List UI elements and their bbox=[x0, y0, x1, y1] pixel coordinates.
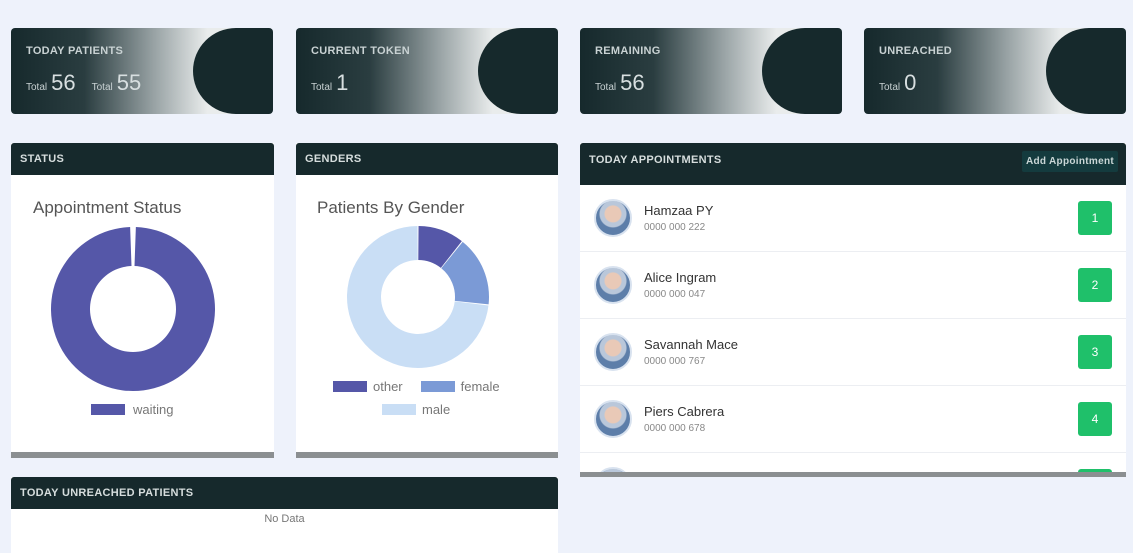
stat-title: CURRENT TOKEN bbox=[311, 45, 411, 57]
patient-phone: 0000 000 767 bbox=[644, 356, 706, 367]
stat-title: UNREACHED bbox=[879, 45, 952, 57]
stat-card-cap bbox=[193, 28, 273, 114]
unreached-panel-header: TODAY UNREACHED PATIENTS bbox=[11, 477, 558, 509]
legend-swatch bbox=[420, 381, 455, 392]
appointment-row[interactable]: Hamzaa PY 0000 000 222 1 bbox=[580, 185, 1126, 252]
token-badge[interactable]: 1 bbox=[1078, 201, 1112, 235]
gender-chart-title: Patients By Gender bbox=[317, 198, 465, 217]
patient-name: Alice Ingram bbox=[644, 270, 717, 285]
gender-panel-header: GENDERS bbox=[296, 143, 558, 175]
stat-card-current-token: CURRENT TOKEN Total 1 bbox=[296, 28, 558, 114]
appointments-panel: TODAY APPOINTMENTS Add Appointment Hamza… bbox=[580, 143, 1126, 477]
token-badge[interactable]: 2 bbox=[1078, 268, 1112, 302]
appointment-row[interactable]: Alice Ingram 0000 000 047 2 bbox=[580, 252, 1126, 319]
patient-name: Piers Cabrera bbox=[644, 404, 725, 419]
status-legend: waiting bbox=[91, 402, 173, 417]
legend-label: male bbox=[422, 402, 451, 417]
status-chart-title: Appointment Status bbox=[33, 198, 182, 217]
stat-label: Total bbox=[91, 82, 113, 93]
legend-label: other bbox=[373, 379, 403, 394]
stat-card-cap bbox=[762, 28, 842, 114]
avatar bbox=[594, 199, 632, 237]
gender-donut-chart bbox=[347, 226, 489, 368]
stat-value: 56 bbox=[51, 70, 76, 95]
patient-phone: 0000 000 222 bbox=[644, 222, 706, 233]
legend-swatch bbox=[91, 404, 125, 415]
stat-value: 0 bbox=[904, 70, 917, 95]
stat-card-unreached: UNREACHED Total 0 bbox=[864, 28, 1126, 114]
token-badge[interactable]: 3 bbox=[1078, 335, 1112, 369]
stat-label: Total bbox=[311, 82, 333, 93]
avatar bbox=[594, 266, 632, 304]
gender-legend: other female bbox=[333, 379, 500, 394]
gender-panel: GENDERS Patients By Gender other female … bbox=[296, 143, 558, 458]
patient-phone: 0000 000 047 bbox=[644, 289, 706, 300]
patient-name: Hamzaa PY bbox=[644, 203, 714, 218]
legend-swatch bbox=[333, 381, 367, 392]
unreached-panel: TODAY UNREACHED PATIENTS No Data bbox=[11, 477, 558, 553]
scrollbar-track[interactable] bbox=[580, 472, 1126, 477]
stat-value: 56 bbox=[620, 70, 645, 95]
appointment-row[interactable]: Savannah Mace 0000 000 767 3 bbox=[580, 319, 1126, 386]
avatar bbox=[594, 400, 632, 438]
appointments-title: TODAY APPOINTMENTS bbox=[589, 154, 722, 166]
stat-card-today-patients: TODAY PATIENTS Total 56 Total 55 bbox=[11, 28, 273, 114]
empty-state-text: No Data bbox=[264, 513, 305, 525]
stat-card-remaining: REMAINING Total 56 bbox=[580, 28, 842, 114]
legend-label: waiting bbox=[133, 402, 174, 417]
avatar bbox=[594, 333, 632, 371]
stat-label: Total bbox=[595, 82, 617, 93]
stat-value: 1 bbox=[336, 70, 349, 95]
stat-label: Total bbox=[879, 82, 901, 93]
stat-value: 55 bbox=[116, 70, 142, 95]
stat-title: REMAINING bbox=[595, 45, 661, 57]
slice-waiting bbox=[51, 227, 215, 391]
appointments-panel-header: TODAY APPOINTMENTS Add Appointment bbox=[580, 143, 1126, 185]
stat-title: TODAY PATIENTS bbox=[26, 45, 124, 57]
panel-footer-bar bbox=[11, 452, 274, 458]
legend-label: female bbox=[460, 379, 500, 394]
stat-card-cap bbox=[478, 28, 558, 114]
stat-card-cap bbox=[1046, 28, 1126, 114]
appointment-row[interactable]: Piers Cabrera 0000 000 678 4 bbox=[580, 386, 1126, 453]
token-badge[interactable]: 4 bbox=[1078, 402, 1112, 436]
status-donut-chart bbox=[51, 227, 215, 391]
add-appointment-button[interactable]: Add Appointment bbox=[1021, 151, 1118, 172]
patient-name: Savannah Mace bbox=[644, 337, 738, 352]
status-panel: STATUS Appointment Status waiting bbox=[11, 143, 274, 458]
gender-legend-row-2: male bbox=[382, 402, 450, 417]
status-panel-header: STATUS bbox=[11, 143, 274, 175]
stat-label: Total bbox=[26, 82, 48, 93]
patient-phone: 0000 000 678 bbox=[644, 423, 706, 434]
legend-swatch bbox=[382, 404, 416, 415]
panel-footer-bar bbox=[296, 452, 558, 458]
